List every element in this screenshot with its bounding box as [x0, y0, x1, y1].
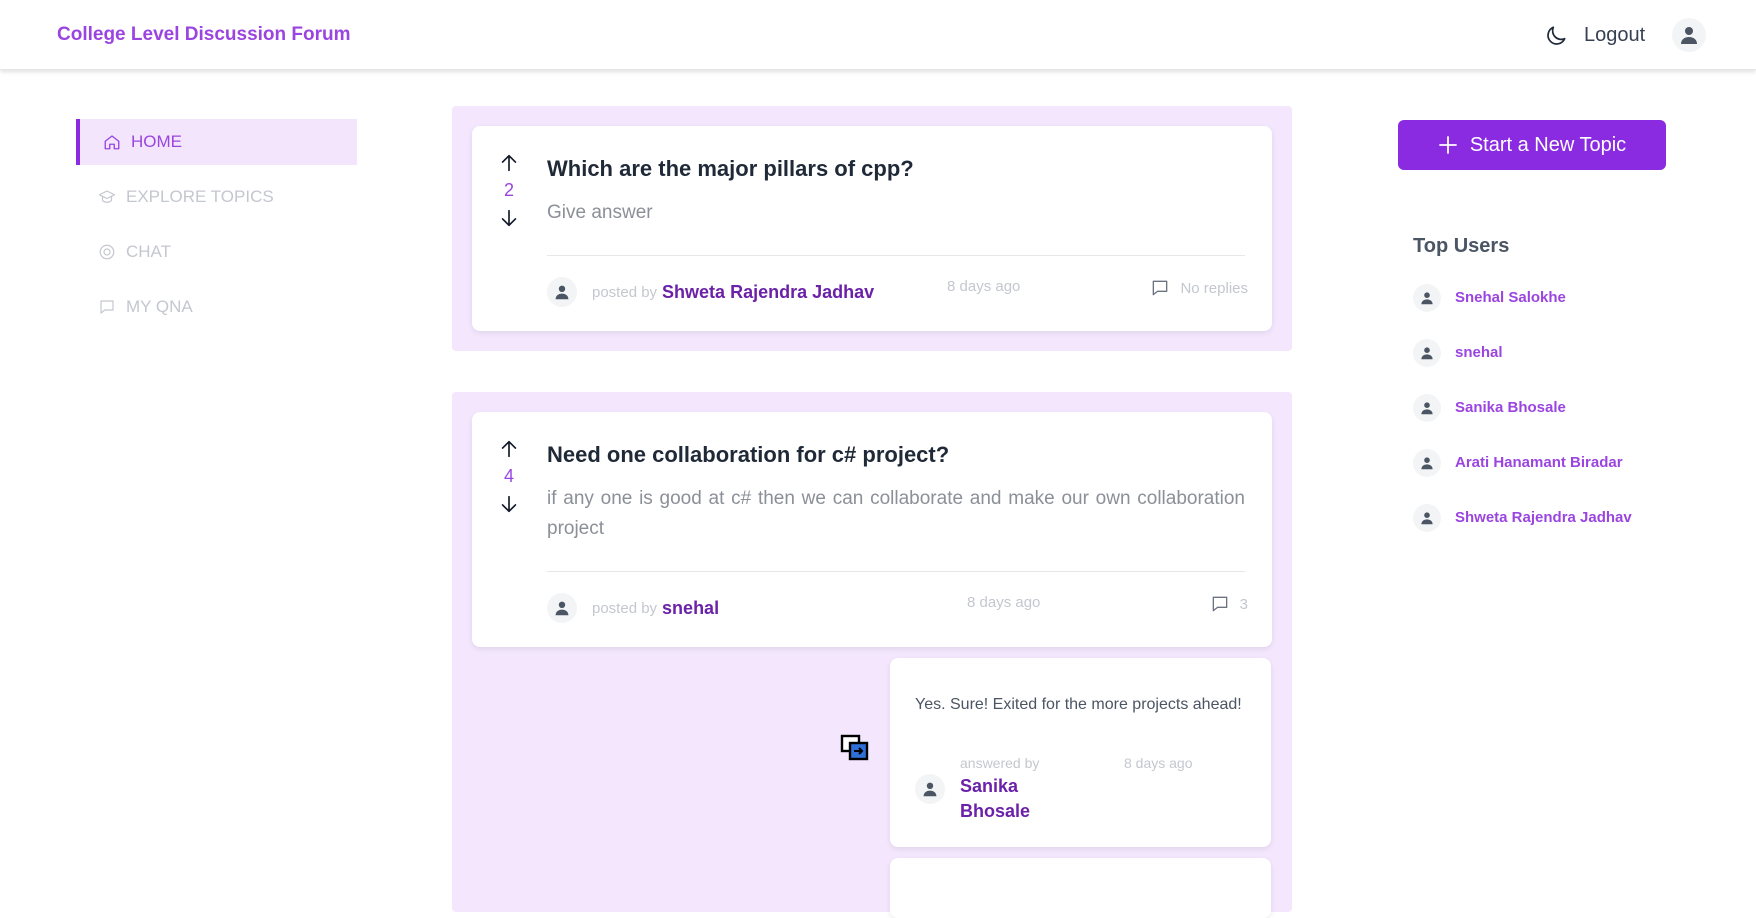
post-meta: posted by snehal: [547, 593, 719, 623]
reply-count[interactable]: 3: [1210, 594, 1248, 614]
comment-icon: [98, 298, 116, 316]
user-icon: [1413, 394, 1441, 422]
user-icon: [1413, 284, 1441, 312]
sidebar-item-label: EXPLORE TOPICS: [126, 187, 274, 206]
vote-count: 4: [503, 466, 514, 486]
sidebar-item-chat[interactable]: CHAT: [76, 229, 357, 275]
top-user-name[interactable]: Shweta Rajendra Jadhav: [1455, 504, 1632, 532]
user-icon: [547, 277, 577, 307]
downvote-arrow-icon[interactable]: [498, 493, 520, 515]
user-avatar-icon[interactable]: [1672, 18, 1706, 52]
reply-count[interactable]: No replies: [1150, 278, 1248, 298]
downvote-arrow-icon[interactable]: [498, 207, 520, 229]
post-card: 2 Which are the major pillars of cpp? Gi…: [472, 126, 1272, 331]
post-body: if any one is good at c# then we can col…: [547, 488, 1245, 539]
top-users-list: Snehal Salokhe snehal Sanika Bhosale Ara…: [1413, 284, 1713, 559]
sidebar-item-label: CHAT: [126, 242, 172, 261]
comment-icon: [1153, 280, 1168, 296]
answer-card: [890, 858, 1271, 918]
sidebar-item-explore-topics[interactable]: EXPLORE TOPICS: [76, 174, 357, 220]
answer-time: 8 days ago: [1124, 755, 1193, 771]
post-body: Give answer: [547, 202, 653, 223]
top-user-name[interactable]: Snehal Salokhe: [1455, 284, 1566, 312]
post-author[interactable]: snehal: [662, 598, 719, 619]
post-title[interactable]: Need one collaboration for c# project?: [547, 442, 949, 468]
top-user-item[interactable]: Sanika Bhosale: [1413, 394, 1713, 449]
start-new-topic-button[interactable]: Start a New Topic: [1398, 120, 1666, 170]
post-author[interactable]: Shweta Rajendra Jadhav: [662, 282, 874, 303]
start-new-topic-label: Start a New Topic: [1469, 133, 1627, 156]
sidebar-item-my-qna[interactable]: MY QNA: [76, 284, 357, 330]
moon-icon[interactable]: [1543, 23, 1569, 49]
post-meta: posted by Shweta Rajendra Jadhav: [547, 277, 874, 307]
answer-text: Yes. Sure! Exited for the more projects …: [915, 696, 1242, 713]
drag-copy-icon: [840, 734, 869, 761]
sidebar-item-home[interactable]: HOME: [76, 119, 357, 165]
reply-count-label: No replies: [1180, 279, 1248, 297]
post-card: 4 Need one collaboration for c# project?…: [472, 412, 1272, 647]
sidebar-nav: HOME EXPLORE TOPICS CHAT MY QNA: [76, 119, 357, 339]
top-user-name[interactable]: Arati Hanamant Biradar: [1455, 449, 1623, 477]
reply-count-label: 3: [1239, 595, 1248, 613]
top-user-item[interactable]: snehal: [1413, 339, 1713, 394]
answer-author[interactable]: Sanika Bhosale: [960, 774, 1050, 824]
post-time: 8 days ago: [967, 594, 1041, 611]
home-icon: [103, 133, 121, 151]
user-icon: [1413, 504, 1441, 532]
target-icon: [98, 243, 116, 261]
vote-controls: 4: [494, 438, 524, 515]
user-icon: [1413, 449, 1441, 477]
top-user-name[interactable]: Sanika Bhosale: [1455, 394, 1566, 422]
brand-title[interactable]: College Level Discussion Forum: [57, 24, 351, 46]
post-wrapper: 2 Which are the major pillars of cpp? Gi…: [452, 106, 1292, 351]
posted-by-label: posted by: [592, 283, 658, 301]
top-header: College Level Discussion Forum Logout: [0, 0, 1756, 70]
post-time: 8 days ago: [947, 278, 1021, 295]
upvote-arrow-icon[interactable]: [498, 438, 520, 460]
divider: [547, 255, 1245, 256]
vote-controls: 2: [494, 152, 524, 229]
answered-by-label: answered by: [960, 755, 1040, 771]
top-user-item[interactable]: Arati Hanamant Biradar: [1413, 449, 1713, 504]
user-icon: [547, 593, 577, 623]
comment-icon: [1212, 596, 1227, 612]
vote-count: 2: [503, 180, 514, 200]
sidebar-item-label: HOME: [131, 132, 182, 151]
answer-card: Yes. Sure! Exited for the more projects …: [890, 658, 1271, 847]
graduation-cap-icon: [98, 188, 116, 206]
top-users-title: Top Users: [1413, 235, 1510, 257]
top-user-item[interactable]: Shweta Rajendra Jadhav: [1413, 504, 1713, 559]
post-title[interactable]: Which are the major pillars of cpp?: [547, 156, 914, 182]
user-icon: [915, 774, 945, 804]
top-user-name[interactable]: snehal: [1455, 339, 1503, 367]
divider: [547, 571, 1245, 572]
plus-icon: [1438, 135, 1458, 155]
posted-by-label: posted by: [592, 599, 658, 617]
upvote-arrow-icon[interactable]: [498, 152, 520, 174]
logout-button[interactable]: Logout: [1584, 24, 1645, 47]
top-user-item[interactable]: Snehal Salokhe: [1413, 284, 1713, 339]
post-panel: 2 Which are the major pillars of cpp? Gi…: [452, 106, 1292, 351]
sidebar-item-label: MY QNA: [126, 297, 193, 316]
user-icon: [1413, 339, 1441, 367]
